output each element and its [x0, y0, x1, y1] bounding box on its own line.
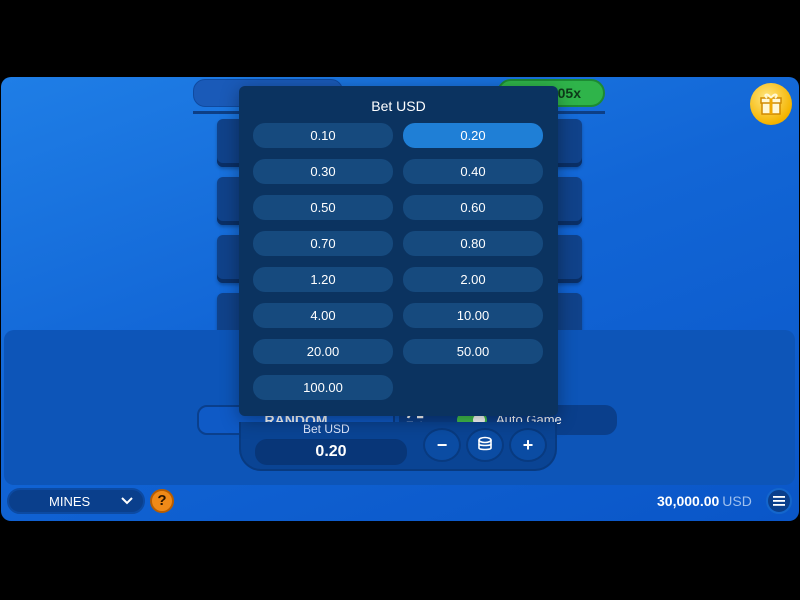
- bet-option[interactable]: 0.20: [403, 123, 543, 148]
- bet-option[interactable]: 0.70: [253, 231, 393, 256]
- bet-option[interactable]: 0.60: [403, 195, 543, 220]
- bet-option[interactable]: 50.00: [403, 339, 543, 364]
- balance-display: 30,000.00 USD: [657, 493, 752, 509]
- popup-title: Bet USD: [371, 98, 426, 114]
- gift-icon: [760, 93, 782, 115]
- bet-selection-popup: Bet USD 0.10 0.20 0.30 0.40 0.50 0.60 0.70 0.80…: [239, 86, 558, 416]
- bet-amount-field[interactable]: 0.20: [255, 439, 407, 465]
- bet-option[interactable]: 0.10: [253, 123, 393, 148]
- bet-option[interactable]: 100.00: [253, 375, 393, 400]
- bet-option[interactable]: 4.00: [253, 303, 393, 328]
- decrease-bet-button[interactable]: −: [423, 428, 461, 462]
- bet-option[interactable]: 0.50: [253, 195, 393, 220]
- help-button[interactable]: ?: [150, 489, 174, 513]
- bet-list-button[interactable]: [466, 428, 504, 462]
- bet-panel: Bet USD 0.20 − +: [239, 422, 557, 471]
- balance-currency: USD: [722, 493, 752, 509]
- gift-button[interactable]: [750, 83, 792, 125]
- increase-bet-button[interactable]: +: [509, 428, 547, 462]
- game-select-value: MINES: [49, 494, 91, 509]
- bet-label: Bet USD: [303, 422, 350, 436]
- menu-icon: [773, 496, 785, 506]
- chevron-down-icon: [121, 497, 133, 505]
- multiplier-value: 05x: [557, 85, 581, 101]
- bet-option[interactable]: 10.00: [403, 303, 543, 328]
- menu-button[interactable]: [766, 488, 792, 514]
- coin-stack-icon: [478, 436, 492, 451]
- bet-option[interactable]: 0.30: [253, 159, 393, 184]
- balance-amount: 30,000.00: [657, 493, 720, 509]
- bet-option[interactable]: 0.40: [403, 159, 543, 184]
- bet-option[interactable]: 1.20: [253, 267, 393, 292]
- bet-option[interactable]: 2.00: [403, 267, 543, 292]
- bet-option[interactable]: 20.00: [253, 339, 393, 364]
- game-select-dropdown[interactable]: MINES: [7, 488, 145, 514]
- bet-option[interactable]: 0.80: [403, 231, 543, 256]
